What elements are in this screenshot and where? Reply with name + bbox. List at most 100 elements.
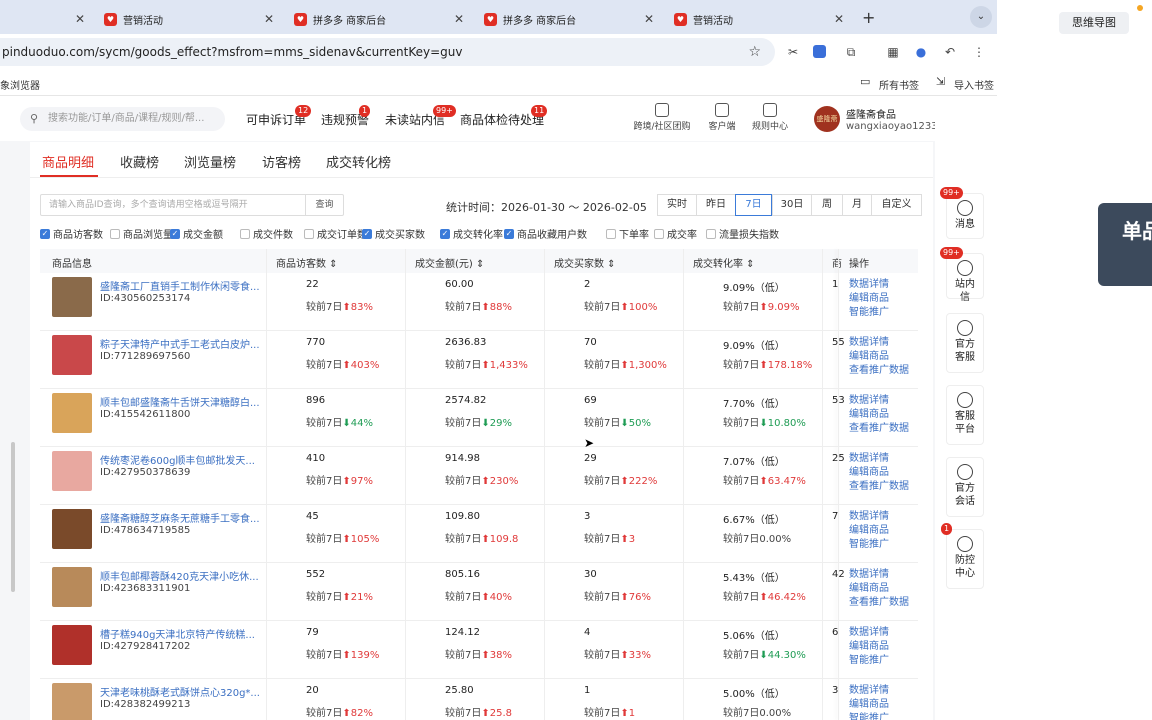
new-tab-button[interactable]: + (862, 8, 875, 27)
action-link[interactable]: 智能推广 (849, 712, 889, 720)
product-thumbnail[interactable] (52, 683, 92, 720)
col-favorites[interactable]: 商 (832, 255, 842, 270)
action-link[interactable]: 数据详情 (849, 510, 889, 524)
rules-center-link[interactable]: 规则中心 (750, 103, 790, 132)
action-link[interactable]: 编辑商品 (849, 350, 909, 364)
all-bookmarks[interactable]: 所有书签 (879, 77, 919, 92)
product-title-link[interactable]: 粽子天津特产中式手工老式白皮炉... (100, 336, 260, 351)
action-link[interactable]: 查看推广数据 (849, 480, 909, 494)
metric-checkbox[interactable]: ✓ 商品收藏用户数 (504, 226, 587, 241)
product-title-link[interactable]: 顺丰包邮椰蓉酥420克天津小吃休... (100, 568, 260, 583)
scrollbar[interactable] (11, 442, 15, 592)
profile-icon[interactable]: ● (913, 44, 929, 60)
action-link[interactable]: 编辑商品 (849, 408, 909, 422)
query-button[interactable]: 查询 (305, 195, 343, 215)
star-icon[interactable]: ☆ (748, 38, 761, 66)
tab-pageviews-rank[interactable]: 浏览量榜 (184, 152, 236, 171)
metric-checkbox[interactable]: 成交率 (654, 226, 697, 241)
browser-tab[interactable]: ♥ 拼多多 商家后台 ✕ (286, 4, 474, 34)
metric-checkbox[interactable]: 成交件数 (240, 226, 293, 241)
period-7day[interactable]: 7日 (735, 194, 772, 216)
checkbox-icon[interactable]: ✓ (504, 228, 514, 239)
bookmark-item[interactable]: 象浏览器 (0, 77, 40, 92)
action-link[interactable]: 编辑商品 (849, 466, 909, 480)
metric-checkbox[interactable]: 下单率 (606, 226, 649, 241)
close-icon[interactable]: ✕ (644, 12, 654, 26)
sidebar-item[interactable]: 防控 中心 (946, 529, 984, 589)
tab-search-icon[interactable]: ⌄ (970, 6, 992, 28)
checkbox-icon[interactable]: ✓ (40, 228, 50, 239)
checkbox-icon[interactable] (654, 228, 664, 239)
sidebar-item[interactable]: 官方 会话 (946, 457, 984, 517)
metric-checkbox[interactable]: 商品浏览量 (110, 226, 173, 241)
col-buyers[interactable]: 成交买家数 ⇕ (554, 255, 616, 270)
action-link[interactable]: 编辑商品 (849, 582, 909, 596)
scissors-icon[interactable]: ✂ (785, 44, 801, 60)
product-thumbnail[interactable] (52, 393, 92, 433)
product-thumbnail[interactable] (52, 509, 92, 549)
import-bookmarks[interactable]: 导入书签 (954, 77, 994, 92)
product-thumbnail[interactable] (52, 277, 92, 317)
period-week[interactable]: 周 (811, 194, 843, 216)
action-link[interactable]: 查看推广数据 (849, 364, 909, 378)
mindmap-button[interactable]: 思维导图 (1059, 12, 1129, 34)
action-link[interactable]: 编辑商品 (849, 524, 889, 538)
action-link[interactable]: 数据详情 (849, 394, 909, 408)
action-link[interactable]: 查看推广数据 (849, 596, 909, 610)
product-thumbnail[interactable] (52, 567, 92, 607)
shop-avatar[interactable]: 盛隆斋 (814, 106, 840, 132)
global-search-input[interactable]: ⚲ 搜索功能/订单/商品/课程/规则/帮... (20, 107, 225, 131)
tab-favorites-rank[interactable]: 收藏榜 (120, 152, 159, 171)
action-link[interactable]: 数据详情 (849, 278, 889, 292)
action-link[interactable]: 智能推广 (849, 306, 889, 320)
product-title-link[interactable]: 盛隆斋糖醇芝麻条无蔗糖手工零食... (100, 510, 260, 525)
sidebar-item[interactable]: 官方 客服 (946, 313, 984, 373)
product-title-link[interactable]: 顺丰包邮盛隆斋牛舌饼天津糖醇白... (100, 394, 260, 409)
product-title-link[interactable]: 传统枣泥卷600g顺丰包邮批发天... (100, 452, 260, 467)
product-title-link[interactable]: 天津老味桃酥老式酥饼点心320g*... (100, 684, 260, 699)
sidebar-item[interactable]: 站内信 (946, 253, 984, 303)
action-link[interactable]: 数据详情 (849, 568, 909, 582)
metric-checkbox[interactable]: ✓ 商品访客数 (40, 226, 103, 241)
action-link[interactable]: 编辑商品 (849, 292, 889, 306)
product-thumbnail[interactable] (52, 451, 92, 491)
period-month[interactable]: 月 (842, 194, 872, 216)
product-title-link[interactable]: 盛隆斋工厂直销手工制作休闲零食... (100, 278, 260, 293)
url-field[interactable]: pinduoduo.com/sycm/goods_effect?msfrom=m… (0, 38, 775, 66)
client-link[interactable]: 客户端 (704, 103, 740, 132)
period-custom[interactable]: 自定义 (871, 194, 922, 216)
action-link[interactable]: 数据详情 (849, 626, 889, 640)
action-link[interactable]: 查看推广数据 (849, 422, 909, 436)
checkbox-icon[interactable] (606, 228, 616, 239)
metric-checkbox[interactable]: 成交订单数 (304, 226, 367, 241)
period-yesterday[interactable]: 昨日 (696, 194, 736, 216)
product-thumbnail[interactable] (52, 625, 92, 665)
apps-icon[interactable]: ▦ (885, 44, 901, 60)
checkbox-icon[interactable] (240, 228, 250, 239)
checkbox-icon[interactable] (706, 228, 716, 239)
browser-tab[interactable]: ♥ 营销活动 ✕ (96, 4, 284, 34)
action-link[interactable]: 数据详情 (849, 452, 909, 466)
checkbox-icon[interactable]: ✓ (440, 228, 450, 239)
action-link[interactable]: 智能推广 (849, 538, 889, 552)
tab-conversion-rank[interactable]: 成交转化榜 (326, 152, 391, 171)
browser-tab[interactable]: ♥ 拼多多 商家后台 ✕ (476, 4, 664, 34)
goods-id-input[interactable]: 请输入商品ID查询，多个查询请用空格或逗号隔开 查询 (40, 194, 344, 216)
product-thumbnail[interactable] (52, 335, 92, 375)
browser-tab[interactable]: ♥ 营销活动 ✕ (666, 4, 854, 34)
col-conversion[interactable]: 成交转化率 ⇕ (693, 255, 755, 270)
checkbox-icon[interactable]: ✓ (362, 228, 372, 239)
metric-checkbox[interactable]: 流量损失指数 (706, 226, 779, 241)
action-link[interactable]: 数据详情 (849, 684, 889, 698)
sidebar-item[interactable]: 消息 (946, 193, 984, 239)
tab-partial[interactable]: ✕ (0, 4, 95, 34)
col-visitors[interactable]: 商品访客数 ⇕ (276, 255, 338, 270)
sidebar-item[interactable]: 客服 平台 (946, 385, 984, 445)
tab-visitors-rank[interactable]: 访客榜 (262, 152, 301, 171)
period-realtime[interactable]: 实时 (657, 194, 697, 216)
extension-blue-icon[interactable] (813, 45, 826, 58)
action-link[interactable]: 编辑商品 (849, 640, 889, 654)
undo-icon[interactable]: ↶ (942, 44, 958, 60)
cross-border-link[interactable]: 跨境/社区团购 (630, 103, 694, 132)
action-link[interactable]: 智能推广 (849, 654, 889, 668)
